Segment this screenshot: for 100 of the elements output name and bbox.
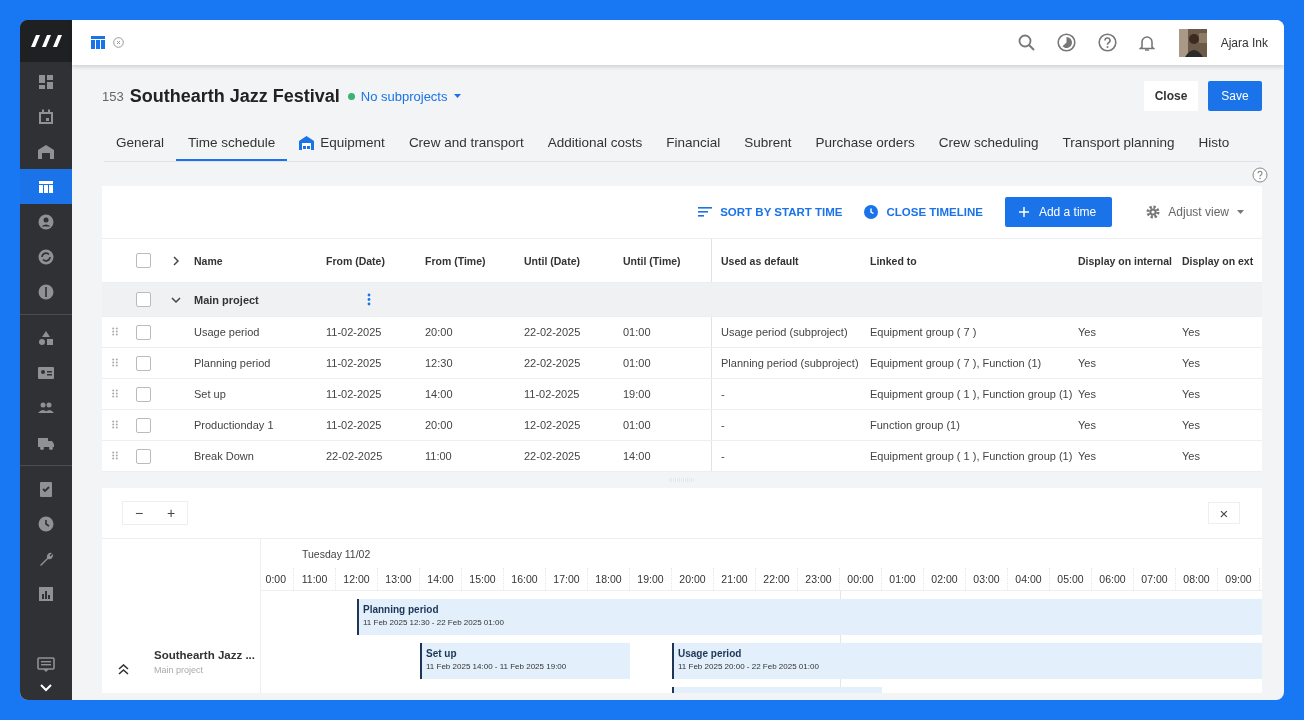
table-cell: Usage period — [194, 326, 260, 338]
hour-label: 14:00 — [420, 568, 462, 590]
table-cell: Break Down — [194, 450, 254, 462]
table-cell: - — [721, 388, 725, 400]
adjust-view-dropdown[interactable]: Adjust view — [1146, 205, 1244, 219]
table-cell: 14:00 — [425, 388, 453, 400]
timeline-bar[interactable]: Planning period 11 Feb 2025 12:30 - 22 Feb 2025 01:00 — [357, 599, 1262, 635]
hour-label: 15:00 — [462, 568, 504, 590]
table-cell: 11:00 — [425, 450, 452, 462]
drag-handle-icon[interactable] — [112, 420, 118, 430]
hour-label: 0:00 — [261, 568, 294, 590]
table-cell: Planning period — [194, 357, 271, 369]
tab[interactable]: Crew and transport — [396, 126, 536, 161]
help-icon[interactable] — [1097, 33, 1117, 52]
table-cell: Yes — [1078, 419, 1096, 431]
message-list-icon — [37, 656, 55, 673]
logo-icon[interactable] — [20, 20, 72, 62]
table-cell: 12-02-2025 — [524, 419, 581, 431]
table-cell: Yes — [1078, 450, 1096, 462]
table-cell: - — [721, 450, 725, 462]
tab[interactable]: Histo — [1186, 126, 1242, 161]
day-label: Tuesday 11/02 — [302, 548, 372, 560]
table-cell: 22-02-2025 — [524, 450, 581, 462]
tab[interactable]: Equipment — [287, 126, 397, 161]
row-checkbox[interactable] — [135, 448, 151, 464]
plus-icon — [1018, 207, 1029, 217]
table-cell: 22-02-2025 — [524, 326, 581, 338]
hour-label: 03:00 — [966, 568, 1008, 590]
tab[interactable]: Additional costs — [535, 126, 655, 161]
hour-label: 13:00 — [378, 568, 420, 590]
chevron-right-icon[interactable] — [173, 255, 179, 266]
group-checkbox[interactable] — [135, 292, 151, 307]
tab[interactable]: Purchase orders — [803, 126, 927, 161]
row-checkbox[interactable] — [135, 386, 151, 402]
column-header: From (Time) — [425, 253, 487, 269]
project-number: 153 — [102, 88, 124, 104]
close-timeline-button[interactable]: × — [1208, 502, 1240, 524]
table-cell: 01:00 — [623, 326, 651, 338]
close-button[interactable]: Close — [1144, 81, 1198, 111]
tab[interactable]: Financial — [654, 126, 733, 161]
hour-label: 09:00 — [1218, 568, 1260, 590]
project-title: Southearth Jazz Festival — [129, 85, 340, 107]
table-nav-item[interactable] — [20, 169, 72, 204]
user-name[interactable]: Ajara Ink — [1220, 35, 1268, 50]
drag-handle-icon[interactable] — [112, 358, 118, 368]
drag-handle-icon[interactable] — [112, 389, 118, 399]
table-cell: 11-02-2025 — [326, 419, 382, 431]
chevron-down-icon[interactable] — [40, 684, 52, 692]
table-cell: - — [721, 419, 725, 431]
table-cell: Yes — [1182, 450, 1200, 462]
person-icon — [37, 212, 55, 231]
chevron-down-icon[interactable] — [171, 294, 181, 305]
close-timeline-button[interactable]: CLOSE TIMELINE — [864, 205, 983, 219]
table-cell: Set up — [194, 388, 226, 400]
table-cell: Equipment group ( 1 ), Function group (1) — [870, 450, 1073, 462]
double-chevron-up-icon[interactable] — [118, 664, 129, 675]
drag-handle-icon[interactable] — [112, 451, 118, 461]
table-cell: 11-02-2025 — [326, 357, 382, 369]
hour-label: 12:00 — [336, 568, 378, 590]
hour-label: 01:00 — [882, 568, 924, 590]
save-button[interactable]: Save — [1208, 81, 1262, 111]
hour-label: 19:00 — [630, 568, 672, 590]
tab[interactable]: Subrent — [732, 126, 804, 161]
add-time-button[interactable]: Add a time — [1004, 197, 1113, 227]
table-cell: Yes — [1182, 388, 1200, 400]
hour-label: 11:00 — [294, 568, 336, 590]
table-cell: Equipment group ( 7 ) — [870, 326, 977, 338]
column-header: Display on internal — [1078, 253, 1173, 269]
row-checkbox[interactable] — [135, 417, 151, 433]
tab[interactable]: Time schedule — [176, 126, 288, 161]
table-cell: 01:00 — [623, 357, 651, 369]
more-icon[interactable] — [366, 293, 371, 306]
search-icon[interactable] — [1017, 34, 1035, 51]
drag-handle-icon[interactable] — [112, 327, 118, 337]
table-cell: 20:00 — [425, 326, 453, 338]
hour-label: 23:00 — [798, 568, 840, 590]
tab[interactable]: General — [104, 126, 177, 161]
tab[interactable]: Crew scheduling — [926, 126, 1051, 161]
subprojects-dropdown[interactable]: No subprojects — [360, 88, 462, 104]
bell-icon[interactable] — [1138, 33, 1155, 52]
table-cell: 12:30 — [425, 357, 453, 369]
clipboard-icon — [37, 479, 55, 498]
row-checkbox[interactable] — [135, 355, 151, 371]
lane-subtitle: Main project — [154, 665, 205, 675]
table-cell: Yes — [1182, 419, 1200, 431]
tab[interactable]: Transport planning — [1050, 126, 1187, 161]
timeline-bar[interactable]: Usage period 11 Feb 2025 20:00 - 22 Feb 2025 01:00 — [672, 643, 1262, 679]
row-checkbox[interactable] — [135, 324, 151, 340]
select-all-checkbox[interactable] — [135, 253, 151, 268]
hour-label: 16:00 — [504, 568, 546, 590]
column-header: Until (Time) — [623, 239, 712, 282]
close-icon[interactable] — [113, 37, 124, 48]
help-icon[interactable] — [1252, 167, 1268, 183]
timer-icon[interactable] — [1056, 33, 1076, 52]
timeline-bar[interactable]: Set up 11 Feb 2025 14:00 - 11 Feb 2025 19:00 — [420, 643, 630, 679]
table-icon[interactable] — [91, 36, 105, 49]
table-cell: Usage period (subproject) — [721, 326, 848, 338]
table-cell: Productionday 1 — [194, 419, 274, 431]
sort-button[interactable]: SORT BY START TIME — [698, 206, 843, 218]
chart-icon — [37, 584, 55, 603]
